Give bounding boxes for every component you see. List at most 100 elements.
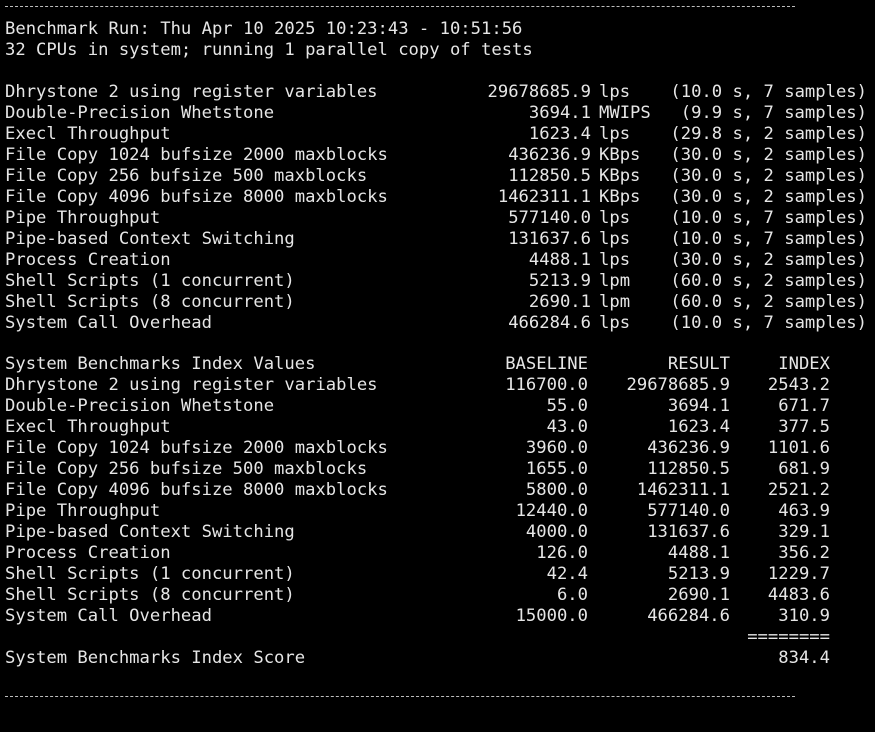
index-value: 2521.2 [767,480,830,500]
result-test-name: Dhrystone 2 using register variables [5,82,378,102]
result-test-name: Shell Scripts (1 concurrent) [5,271,295,291]
column-result: RESULT [667,354,730,374]
index-test-name: Pipe Throughput [5,501,161,521]
result-value: 436236.9 [508,145,591,165]
result-timing-info: (10.0 s, 7 samples) [670,229,867,249]
result-value: 112850.5 [508,166,591,186]
index-result: 436236.9 [647,438,730,458]
result-timing-info: (10.0 s, 7 samples) [670,208,867,228]
result-unit: lps [599,82,631,102]
index-baseline: 42.4 [546,564,588,584]
index-test-name: Execl Throughput [5,417,171,437]
index-baseline: 3960.0 [525,438,588,458]
index-value: 671.7 [778,396,830,416]
index-value: 2543.2 [767,375,830,395]
index-test-name: Shell Scripts (8 concurrent) [5,585,295,605]
index-result: 466284.6 [647,606,730,626]
index-test-name: Dhrystone 2 using register variables [5,375,378,395]
result-test-name: Process Creation [5,250,171,270]
index-result: 577140.0 [647,501,730,521]
result-value: 29678685.9 [487,82,591,102]
index-result: 3694.1 [667,396,730,416]
result-timing-info: (10.0 s, 7 samples) [670,313,867,333]
result-timing-info: (30.0 s, 2 samples) [670,166,867,186]
result-unit: MWIPS [599,103,651,123]
result-timing-info: (9.9 s, 7 samples) [680,103,867,123]
index-result: 5213.9 [667,564,730,584]
result-unit: lpm [599,271,631,291]
index-value: 310.9 [778,606,830,626]
index-result: 29678685.9 [626,375,730,395]
result-timing-info: (60.0 s, 2 samples) [670,271,867,291]
index-separator: ======== [747,627,830,647]
index-baseline: 5800.0 [525,480,588,500]
index-baseline: 55.0 [546,396,588,416]
result-test-name: Pipe Throughput [5,208,161,228]
index-separator-line: ======== [5,627,830,648]
index-value: 377.5 [778,417,830,437]
index-test-name: File Copy 1024 bufsize 2000 maxblocks [5,438,388,458]
index-baseline: 12440.0 [515,501,588,521]
index-table-header: System Benchmarks Index Values BASELINE … [5,354,830,375]
result-value: 3694.1 [528,103,591,123]
result-test-name: File Copy 256 bufsize 500 maxblocks [5,166,368,186]
result-unit: lps [599,250,631,270]
index-score-value: 834.4 [778,648,830,668]
result-unit: lps [599,313,631,333]
index-table-title: System Benchmarks Index Values [5,354,316,374]
result-unit: KBps [599,187,641,207]
result-unit: lps [599,124,631,144]
result-value: 577140.0 [508,208,591,228]
index-value: 1101.6 [767,438,830,458]
index-value: 4483.6 [767,585,830,605]
index-value: 463.9 [778,501,830,521]
index-result: 4488.1 [667,543,730,563]
result-unit: lpm [599,292,631,312]
index-baseline: 4000.0 [525,522,588,542]
result-timing-info: (60.0 s, 2 samples) [670,292,867,312]
result-timing-info: (30.0 s, 2 samples) [670,145,867,165]
benchmark-run-line: Benchmark Run: Thu Apr 10 2025 10:23:43 … [5,19,523,39]
column-index: INDEX [778,354,830,374]
index-test-name: Pipe-based Context Switching [5,522,295,542]
index-test-name: Double-Precision Whetstone [5,396,275,416]
result-unit: KBps [599,166,641,186]
index-baseline: 43.0 [546,417,588,437]
terminal-window[interactable]: Benchmark Run: Thu Apr 10 2025 10:23:43 … [0,0,875,708]
index-baseline: 116700.0 [505,375,588,395]
result-timing-info: (30.0 s, 2 samples) [670,187,867,207]
index-baseline: 6.0 [556,585,588,605]
bottom-dashed-rule [5,696,795,697]
result-value: 5213.9 [528,271,591,291]
index-value: 356.2 [778,543,830,563]
result-value: 466284.6 [508,313,591,333]
index-result: 1462311.1 [636,480,730,500]
index-test-name: File Copy 256 bufsize 500 maxblocks [5,459,368,479]
top-dashed-rule [5,6,795,7]
result-test-name: Execl Throughput [5,124,171,144]
result-test-name: System Call Overhead [5,313,212,333]
index-baseline: 126.0 [536,543,588,563]
result-timing-info: (10.0 s, 7 samples) [670,82,867,102]
index-value: 329.1 [778,522,830,542]
cpu-info-line: 32 CPUs in system; running 1 parallel co… [5,40,533,60]
index-test-name: Shell Scripts (1 concurrent) [5,564,295,584]
result-value: 131637.6 [508,229,591,249]
column-baseline: BASELINE [505,354,588,374]
index-test-name: Process Creation [5,543,171,563]
result-test-name: Shell Scripts (8 concurrent) [5,292,295,312]
result-value: 1623.4 [528,124,591,144]
index-value: 681.9 [778,459,830,479]
index-score-line: System Benchmarks Index Score 834.4 [5,648,830,669]
result-timing-info: (30.0 s, 2 samples) [670,250,867,270]
result-unit: lps [599,229,631,249]
index-result: 112850.5 [647,459,730,479]
index-result: 131637.6 [647,522,730,542]
result-timing-info: (29.8 s, 2 samples) [670,124,867,144]
result-value: 1462311.1 [497,187,591,207]
index-baseline: 15000.0 [515,606,588,626]
result-unit: KBps [599,145,641,165]
index-result: 1623.4 [667,417,730,437]
result-test-name: Pipe-based Context Switching [5,229,295,249]
result-test-name: File Copy 4096 bufsize 8000 maxblocks [5,187,388,207]
